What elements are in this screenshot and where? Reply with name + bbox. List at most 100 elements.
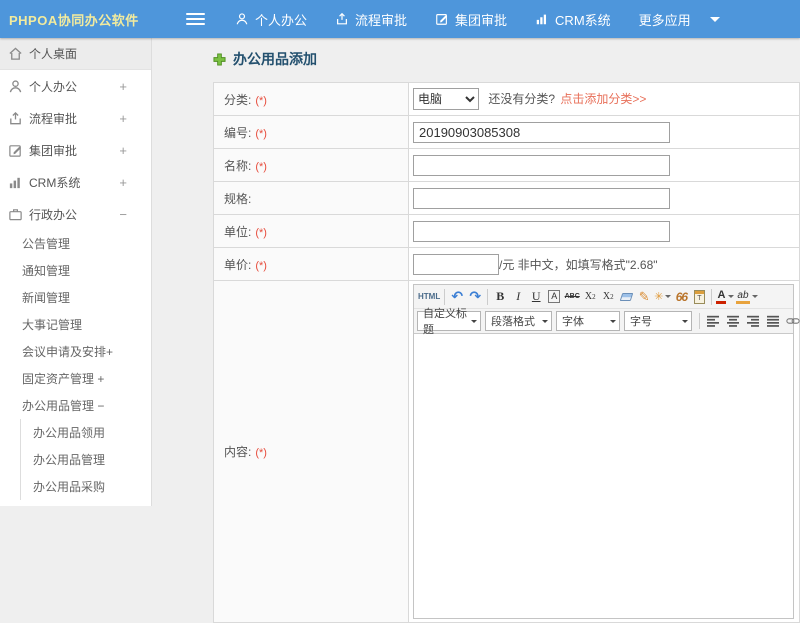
eraser-icon (619, 292, 634, 301)
sidebar-subitem-label: 新闻管理 (22, 291, 71, 305)
editor-content-area[interactable] (414, 333, 793, 618)
sidebar-subitem-announcement-mgmt[interactable]: 公告管理 (0, 230, 151, 257)
caret-down-icon (610, 319, 616, 323)
add-supply-form: 分类: (*) 电脑 还没有分类? 点击添加分类>> 编号: (*) 20190… (213, 82, 800, 623)
custom-title-select[interactable]: 自定义标题 (417, 308, 481, 336)
form-row-price: 单价: (*) /元 非中文，如填写格式"2.68" (213, 247, 800, 281)
sidebar-item-label: 流程审批 (29, 111, 78, 126)
sidebar: 个人桌面 个人办公 + 流程审批 + 集团审批 + CRM系统 + 行政办公 −… (0, 38, 152, 506)
sidebar-item-supplies-purchase[interactable]: 办公用品采购 (21, 473, 151, 500)
toolbar-separator (487, 288, 489, 305)
paragraph-format-select[interactable]: 段落格式 (485, 311, 552, 331)
form-row-content: 内容: (*) HTML ↶ ↷ B I U A ABC X 2 X 2 ✎ ✳… (213, 280, 800, 623)
align-left-button[interactable] (703, 311, 723, 331)
code-input[interactable] (413, 121, 670, 143)
sidebar-item-group-approval[interactable]: 集团审批 + (0, 134, 151, 166)
blockquote-button[interactable]: 66 (672, 287, 690, 307)
sidebar-subitem-office-supplies-mgmt[interactable]: 办公用品管理 − (0, 392, 151, 419)
name-input[interactable] (413, 154, 670, 176)
sidebar-subitem-memorabilia-mgmt[interactable]: 大事记管理 (0, 311, 151, 338)
bar-chart-icon (8, 175, 23, 190)
sidebar-item-label: 集团审批 (29, 143, 78, 158)
price-input[interactable] (413, 253, 499, 275)
sup-exp: 2 (592, 292, 596, 301)
expand-toggle[interactable]: + (119, 111, 151, 126)
menu-toggle-icon[interactable] (186, 13, 205, 25)
nav-crm-system[interactable]: CRM系统 (535, 10, 611, 29)
price-hint: /元 非中文，如填写格式"2.68" (499, 257, 658, 272)
sidebar-item-personal-office[interactable]: 个人办公 + (0, 70, 151, 102)
subscript-button[interactable]: X2 (599, 287, 617, 307)
insert-link-button[interactable] (783, 311, 800, 331)
align-right-icon (747, 315, 759, 327)
undo-button[interactable]: ↶ (448, 287, 466, 307)
caret-down-icon (542, 319, 548, 323)
nav-workflow-approval[interactable]: 流程审批 (335, 10, 407, 29)
source-code-button[interactable]: HTML (417, 287, 441, 307)
remove-format-button[interactable] (617, 287, 635, 307)
sidebar-item-supplies-requisition[interactable]: 办公用品领用 (21, 419, 151, 446)
highlight-icon: ab (736, 290, 750, 304)
sidebar-item-crm-system[interactable]: CRM系统 + (0, 166, 151, 198)
font-family-select[interactable]: 字体 (556, 311, 620, 331)
nav-personal-office[interactable]: 个人办公 (235, 10, 307, 29)
add-category-link[interactable]: 点击添加分类>> (560, 92, 646, 106)
sup-base: X (584, 291, 593, 302)
clear-doc-button[interactable]: ✎ (635, 287, 653, 307)
sidebar-item-admin-office[interactable]: 行政办公 − (0, 198, 151, 230)
code-label: 编号: (224, 125, 252, 140)
nav-group-approval[interactable]: 集团审批 (435, 10, 507, 29)
format-painter-button[interactable]: ✳ (653, 287, 672, 307)
clipboard-letter: T (697, 294, 702, 302)
sidebar-item-supplies-management[interactable]: 办公用品管理 (21, 446, 151, 473)
autotypeset-button[interactable]: A (545, 287, 563, 307)
bold-button[interactable]: B (491, 287, 509, 307)
align-justify-icon (767, 315, 779, 327)
main-content: 办公用品添加 分类: (*) 电脑 还没有分类? 点击添加分类>> 编号: (*) (152, 38, 800, 623)
required-mark: (*) (255, 259, 267, 272)
sidebar-subitem-meeting-mgmt[interactable]: 会议申请及安排+ (0, 338, 151, 365)
italic-button[interactable]: I (509, 287, 527, 307)
align-center-icon (727, 315, 739, 327)
align-right-button[interactable] (743, 311, 763, 331)
nav-label: 更多应用 (638, 12, 691, 28)
sidebar-subitem-label: 通知管理 (22, 264, 71, 278)
toolbar-separator (711, 288, 713, 305)
expand-toggle[interactable]: + (119, 175, 151, 190)
collapse-toggle[interactable]: − (119, 207, 151, 222)
expand-toggle[interactable]: + (119, 79, 151, 94)
sidebar-subitem-notice-mgmt[interactable]: 通知管理 (0, 257, 151, 284)
top-nav: 个人办公 流程审批 集团审批 CRM系统 更多应用 (235, 10, 720, 29)
align-justify-button[interactable] (763, 311, 783, 331)
sidebar-subitem-news-mgmt[interactable]: 新闻管理 (0, 284, 151, 311)
sidebar-item-personal-desktop[interactable]: 个人桌面 (0, 38, 151, 70)
caret-down-icon (728, 295, 735, 298)
sidebar-item-workflow-approval[interactable]: 流程审批 + (0, 102, 151, 134)
underline-button[interactable]: U (527, 287, 545, 307)
paste-plain-button[interactable]: T (690, 287, 708, 307)
strikethrough-button[interactable]: ABC (563, 287, 581, 307)
unit-input[interactable] (413, 220, 670, 242)
briefcase-icon (8, 207, 23, 222)
sidebar-subitem-fixed-assets-mgmt[interactable]: 固定资产管理 + (0, 365, 151, 392)
category-hint: 还没有分类? (488, 92, 556, 106)
font-size-select[interactable]: 字号 (624, 311, 692, 331)
nav-label: 集团审批 (455, 12, 508, 28)
redo-button[interactable]: ↷ (466, 287, 484, 307)
category-select[interactable]: 电脑 (413, 88, 479, 110)
home-icon (8, 46, 23, 61)
spec-input[interactable] (413, 187, 670, 209)
sidebar-third-level-group: 办公用品领用 办公用品管理 办公用品采购 (20, 419, 151, 500)
sidebar-item-label: 办公用品领用 (33, 426, 106, 440)
sidebar-subitem-label: 大事记管理 (22, 318, 83, 332)
superscript-button[interactable]: X2 (581, 287, 599, 307)
sidebar-subitem-label: 办公用品管理 − (22, 399, 105, 413)
combo-label: 字体 (562, 316, 584, 328)
highlight-color-button[interactable]: ab (735, 287, 758, 307)
expand-toggle[interactable]: + (119, 143, 151, 158)
font-color-button[interactable]: A (715, 287, 735, 307)
link-icon (786, 318, 800, 324)
align-center-button[interactable] (723, 311, 743, 331)
nav-more-apps[interactable]: 更多应用 (639, 10, 720, 29)
category-label: 分类: (224, 92, 252, 107)
